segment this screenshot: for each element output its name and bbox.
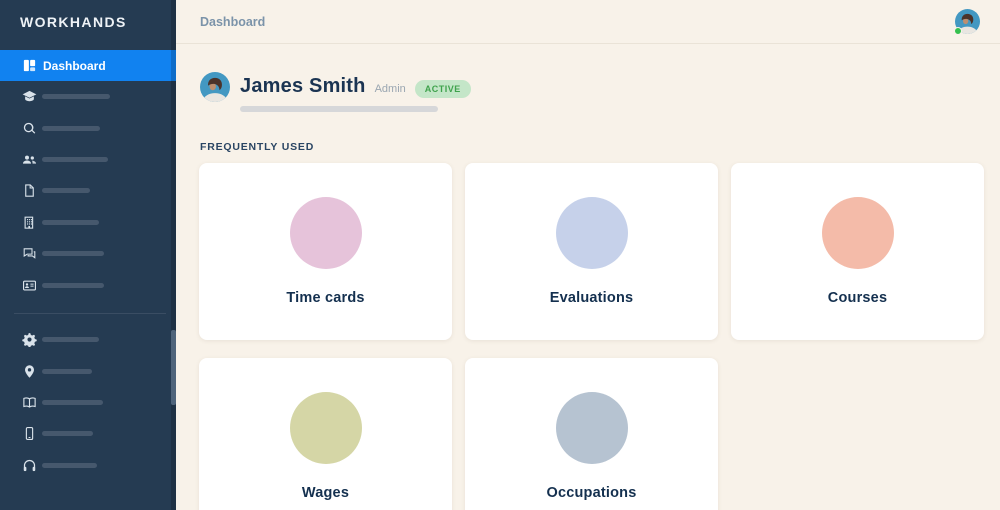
user-avatar-button[interactable]: [954, 9, 980, 35]
card-label: Time cards: [286, 290, 365, 306]
skeleton-bar: [42, 282, 104, 288]
status-badge: ACTIVE: [414, 79, 471, 98]
card-label: Evaluations: [549, 290, 634, 306]
chat-icon: [22, 246, 37, 261]
skeleton-bar: [42, 368, 92, 374]
phone-icon: [22, 426, 37, 441]
profile-avatar: [200, 72, 230, 102]
app-logo: WORKHANDS: [20, 14, 127, 30]
card-circle: [821, 197, 894, 269]
section-title-frequently-used: FREQUENTLY USED: [200, 141, 315, 153]
card-time-cards[interactable]: Time cards: [199, 163, 452, 340]
card-label: Occupations: [546, 485, 637, 501]
profile-name: James Smith: [240, 75, 366, 97]
card-occupations[interactable]: Occupations: [465, 358, 718, 510]
skeleton-bar: [42, 399, 103, 405]
headphones-icon: [22, 458, 37, 473]
profile-skeleton-bar: [240, 106, 438, 112]
sidebar-item[interactable]: [0, 238, 176, 269]
skeleton-bar: [42, 94, 110, 100]
card-label: Wages: [301, 485, 350, 501]
card-circle: [555, 392, 628, 464]
sidebar-item[interactable]: [0, 144, 176, 175]
gear-icon: [22, 332, 37, 347]
skeleton-bar: [42, 188, 90, 194]
skeleton-bar: [42, 462, 97, 468]
sidebar-scrollbar-track: [171, 0, 176, 510]
breadcrumb: Dashboard: [200, 15, 266, 29]
skeleton-bar: [42, 337, 99, 343]
sidebar-item[interactable]: [0, 387, 176, 418]
sidebar-item[interactable]: [0, 418, 176, 449]
card-circle: [289, 392, 362, 464]
skeleton-bar: [42, 219, 99, 225]
book-icon: [22, 395, 37, 410]
sidebar-item-label: Dashboard: [43, 58, 106, 73]
graduation-cap-icon: [22, 89, 37, 104]
card-label: Courses: [827, 290, 888, 306]
sidebar-item[interactable]: [0, 324, 176, 355]
profile-header: James Smith Admin ACTIVE: [240, 75, 471, 98]
users-icon: [22, 152, 37, 167]
sidebar-item[interactable]: [0, 269, 176, 300]
card-wages[interactable]: Wages: [199, 358, 452, 510]
skeleton-bar: [42, 431, 93, 437]
profile-role: Admin: [374, 82, 406, 95]
sidebar-scrollbar-thumb[interactable]: [171, 330, 176, 405]
sidebar-item-dashboard[interactable]: Dashboard: [0, 50, 176, 81]
building-icon: [22, 215, 37, 230]
sidebar-nav-secondary: [0, 324, 176, 481]
online-status-dot: [954, 27, 962, 35]
skeleton-bar: [42, 156, 108, 162]
sidebar-item[interactable]: [0, 112, 176, 143]
sidebar-item[interactable]: [0, 207, 176, 238]
sidebar-item[interactable]: [0, 81, 176, 112]
sidebar-item[interactable]: [0, 175, 176, 206]
card-circle: [555, 197, 628, 269]
card-circle: [289, 197, 362, 269]
skeleton-bar: [42, 125, 100, 131]
frequently-used-grid: Time cards Evaluations Courses Wages Occupat…: [199, 163, 985, 510]
sidebar-divider: [14, 313, 166, 314]
sidebar-nav-primary: [0, 81, 176, 301]
document-icon: [22, 183, 37, 198]
sidebar-item[interactable]: [0, 355, 176, 386]
sidebar: WORKHANDS Dashboard: [0, 0, 176, 510]
id-card-icon: [22, 278, 37, 293]
card-courses[interactable]: Courses: [731, 163, 984, 340]
sidebar-item[interactable]: [0, 450, 176, 481]
location-pin-icon: [22, 364, 37, 379]
dashboard-icon: [22, 58, 37, 73]
search-icon: [22, 121, 37, 136]
skeleton-bar: [42, 251, 104, 257]
top-bar: Dashboard: [176, 0, 1000, 44]
card-evaluations[interactable]: Evaluations: [465, 163, 718, 340]
